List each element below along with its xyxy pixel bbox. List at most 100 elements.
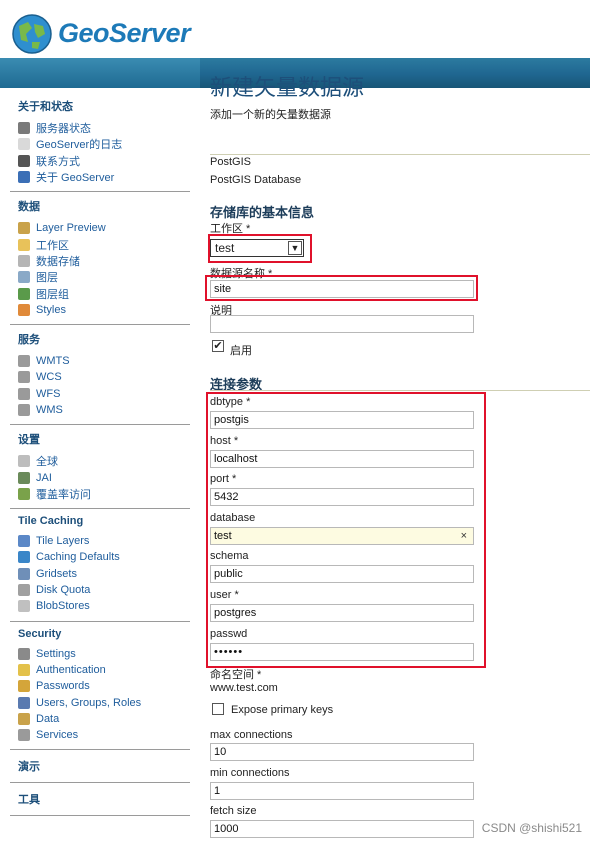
sidebar-item[interactable]: GeoServer的日志: [18, 136, 190, 152]
sidebar-item-label: WMTS: [36, 355, 70, 368]
max-connections-input[interactable]: [210, 743, 474, 761]
sidebar-item[interactable]: 数据存储: [18, 253, 190, 269]
sidebar-item[interactable]: Users, Groups, Roles: [18, 694, 190, 710]
sidebar-item[interactable]: JAI: [18, 469, 190, 485]
sidebar-item[interactable]: Authentication: [18, 662, 190, 678]
page-subtitle: 添加一个新的矢量数据源: [210, 109, 331, 121]
sidebar-item[interactable]: 工作区: [18, 236, 190, 252]
sidebar-item[interactable]: 关于 GeoServer: [18, 169, 190, 185]
nav-section-title[interactable]: 关于和状态: [18, 98, 190, 114]
sidebar-item[interactable]: Tile Layers: [18, 533, 190, 549]
sidebar-item[interactable]: Data: [18, 711, 190, 727]
sidebar-item-label: 全球: [36, 456, 58, 469]
info-icon: [18, 171, 30, 184]
jai-icon: [18, 471, 30, 484]
sidebar-item[interactable]: WCS: [18, 369, 190, 385]
page-title: 新建矢量数据源: [210, 75, 365, 100]
max-connections-label: max connections: [210, 729, 293, 741]
layer-preview-icon: [18, 222, 30, 235]
namespace-value: www.test.com: [210, 682, 278, 694]
sidebar-item[interactable]: WFS: [18, 386, 190, 402]
nav-section: 工具: [10, 783, 190, 817]
watermark: CSDN @shishi521: [481, 821, 582, 835]
sidebar-item[interactable]: Passwords: [18, 678, 190, 694]
folder-icon: [18, 238, 30, 251]
fetch-size-label: fetch size: [210, 805, 257, 817]
enabled-checkbox[interactable]: ✔: [212, 340, 224, 352]
global-settings-icon: [18, 455, 30, 468]
highlight-box-connection: [206, 392, 486, 668]
tile-layers-icon: [18, 535, 30, 548]
description-input[interactable]: [210, 315, 474, 333]
header: GeoServer: [0, 0, 590, 62]
sidebar-item[interactable]: Caching Defaults: [18, 549, 190, 565]
sidebar-item[interactable]: 服务器状态: [18, 120, 190, 136]
sidebar-item[interactable]: WMS: [18, 402, 190, 418]
sidebar-item[interactable]: Gridsets: [18, 566, 190, 582]
sidebar-item-label: 覆盖率访问: [36, 488, 91, 501]
sidebar-item[interactable]: WMTS: [18, 353, 190, 369]
fetch-size-input[interactable]: [210, 820, 474, 838]
sidebar-item[interactable]: BlobStores: [18, 598, 190, 614]
server-status-icon: [18, 122, 30, 135]
nav-section-title[interactable]: 服务: [18, 331, 190, 347]
enabled-label: 启用: [230, 345, 252, 357]
sidebar-item[interactable]: 图层: [18, 269, 190, 285]
geoserver-logo-icon: [12, 14, 52, 54]
store-type: PostGIS: [210, 156, 251, 168]
sidebar-item-label: Users, Groups, Roles: [36, 696, 142, 709]
sidebar-item-label: 工作区: [36, 239, 69, 252]
nav-section-title[interactable]: 设置: [18, 431, 190, 447]
blobstore-icon: [18, 600, 30, 613]
disk-icon: [18, 584, 30, 597]
min-connections-input[interactable]: [210, 782, 474, 800]
sidebar-item[interactable]: 覆盖率访问: [18, 486, 190, 502]
contact-icon: [18, 154, 30, 167]
namespace-label: 命名空间 *: [210, 669, 262, 681]
sidebar-item-label: 联系方式: [36, 155, 80, 168]
sidebar-item[interactable]: Settings: [18, 646, 190, 662]
divider: [210, 390, 590, 391]
nav-section-title[interactable]: Security: [18, 628, 190, 640]
nav-section-title[interactable]: 数据: [18, 198, 190, 214]
sidebar-item-label: 图层组: [36, 288, 69, 301]
sidebar-item-label: BlobStores: [36, 600, 90, 613]
sidebar: 关于和状态服务器状态 GeoServer的日志 联系方式 关于 GeoServer 数据…: [10, 92, 190, 817]
app-name: GeoServer: [58, 18, 191, 48]
sidebar-item[interactable]: Disk Quota: [18, 582, 190, 598]
sidebar-item-label: Layer Preview: [36, 222, 106, 235]
sidebar-item[interactable]: 联系方式: [18, 153, 190, 169]
service-icon: [18, 355, 30, 368]
store-description: PostGIS Database: [210, 174, 302, 186]
expose-pk-checkbox[interactable]: [212, 703, 224, 715]
data-security-icon: [18, 712, 30, 725]
nav-section-title[interactable]: 演示: [18, 758, 190, 774]
service-icon: [18, 371, 30, 384]
palette-icon: [18, 303, 30, 316]
globe-icon: [18, 551, 30, 564]
sidebar-item[interactable]: Layer Preview: [18, 220, 190, 236]
sidebar-item[interactable]: Services: [18, 727, 190, 743]
sidebar-item-label: GeoServer的日志: [36, 139, 123, 152]
sidebar-item-label: 数据存储: [36, 255, 80, 268]
nav-section: 演示: [10, 750, 190, 784]
sidebar-item-label: Caching Defaults: [36, 551, 120, 564]
layer-group-icon: [18, 287, 30, 300]
database-icon: [18, 254, 30, 267]
sidebar-item-label: Services: [36, 729, 79, 742]
lock-icon: [18, 680, 30, 693]
log-icon: [18, 138, 30, 151]
min-connections-label: min connections: [210, 767, 290, 779]
sidebar-item[interactable]: 图层组: [18, 285, 190, 301]
nav-section: Security Settings Authentication Passwords U…: [10, 622, 190, 751]
grid-icon: [18, 567, 30, 580]
sidebar-item-label: Styles: [36, 303, 66, 316]
nav-section: 数据 Layer Preview 工作区数据存储 图层图层组 Styles: [10, 192, 190, 325]
sidebar-item[interactable]: Styles: [18, 302, 190, 318]
sidebar-item[interactable]: 全球: [18, 453, 190, 469]
nav-section-title[interactable]: 工具: [18, 791, 190, 807]
sidebar-item-label: Disk Quota: [36, 584, 91, 597]
basic-info-heading: 存储库的基本信息: [210, 205, 315, 220]
nav-section: Tile Caching Tile Layers Caching Defaults G…: [10, 509, 190, 622]
nav-section-title[interactable]: Tile Caching: [18, 515, 190, 527]
